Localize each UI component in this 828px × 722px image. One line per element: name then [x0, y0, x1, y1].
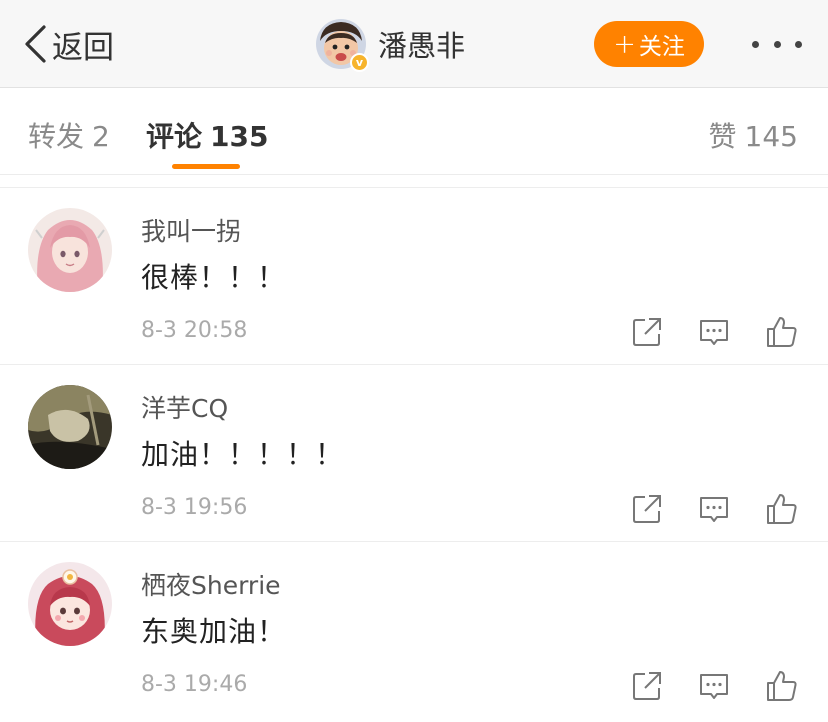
- more-dot: [795, 40, 802, 48]
- share-button[interactable]: [629, 314, 665, 350]
- thumbs-up-icon: [767, 317, 797, 347]
- plus-icon: +: [613, 28, 636, 60]
- share-button[interactable]: [629, 668, 665, 704]
- reply-icon: [700, 674, 728, 699]
- comment-item: 洋芋CQ 加油！！！！！ 8-3 19:56: [0, 364, 828, 541]
- reply-button[interactable]: [696, 491, 732, 527]
- comment-avatar[interactable]: [28, 208, 112, 292]
- tab-comment-count: 135: [210, 120, 269, 153]
- profile-header[interactable]: v 潘愚非: [316, 18, 465, 72]
- like-button[interactable]: [764, 491, 800, 527]
- chibi-girl-avatar-icon: [28, 562, 112, 646]
- comment-avatar[interactable]: [28, 385, 112, 469]
- reply-icon: [700, 320, 728, 345]
- share-icon: [633, 495, 661, 523]
- like-button[interactable]: [764, 314, 800, 350]
- more-dot: [752, 40, 759, 48]
- reply-button[interactable]: [696, 668, 732, 704]
- thumbs-up-icon: [767, 671, 797, 701]
- tab-repost-label: 转发: [28, 120, 85, 153]
- reply-icon: [700, 497, 728, 522]
- thumbs-up-icon: [767, 494, 797, 524]
- comment-text: 东奥加油！: [141, 615, 287, 648]
- more-dots-icon[interactable]: [752, 36, 802, 52]
- comment-text: 加油！！！！！: [141, 438, 345, 471]
- tab-comment[interactable]: 评论 135: [146, 115, 268, 155]
- comment-list: 我叫一拐 很棒！！！ 8-3 20:58 洋芋CQ 加油！！！！！ 8-3 19…: [0, 187, 828, 718]
- follow-label: 关注: [638, 34, 685, 60]
- follow-button[interactable]: + 关注: [594, 21, 704, 67]
- comment-avatar[interactable]: [28, 562, 112, 646]
- chevron-left-icon: [25, 25, 46, 63]
- tab-repost[interactable]: 转发 2: [28, 115, 110, 155]
- profile-avatar[interactable]: v: [316, 19, 369, 72]
- share-button[interactable]: [629, 491, 665, 527]
- active-tab-indicator: [172, 164, 240, 169]
- comment-item: 我叫一拐 很棒！！！ 8-3 20:58: [0, 187, 828, 364]
- comment-text: 很棒！！！: [141, 261, 287, 294]
- more-dot: [773, 40, 781, 48]
- verified-badge-icon: v: [350, 53, 369, 72]
- top-nav-bar: 返回 v 潘愚非 + 关注: [0, 0, 828, 88]
- tab-repost-count: 2: [92, 120, 110, 153]
- comment-timestamp: 8-3 20:58: [141, 318, 248, 343]
- comment-username[interactable]: 洋芋CQ: [141, 389, 228, 425]
- back-button[interactable]: 返回: [22, 22, 114, 66]
- share-icon: [633, 318, 661, 346]
- comment-item: 栖夜Sherrie 东奥加油！ 8-3 19:46: [0, 541, 828, 718]
- tab-like-label: 赞: [708, 120, 737, 153]
- comment-timestamp: 8-3 19:46: [141, 672, 248, 697]
- tab-like-count: 145: [744, 120, 798, 153]
- tab-comment-label: 评论: [146, 120, 203, 153]
- comment-username[interactable]: 我叫一拐: [141, 212, 241, 248]
- share-icon: [633, 672, 661, 700]
- photo-avatar-icon: [28, 385, 112, 469]
- like-button[interactable]: [764, 668, 800, 704]
- tab-bar: 转发 2 评论 135 赞 145: [0, 89, 828, 175]
- back-label: 返回: [52, 29, 114, 66]
- anime-girl-avatar-icon: [28, 208, 112, 292]
- comment-username[interactable]: 栖夜Sherrie: [141, 566, 281, 602]
- comment-timestamp: 8-3 19:56: [141, 495, 248, 520]
- reply-button[interactable]: [696, 314, 732, 350]
- tab-like[interactable]: 赞 145: [709, 115, 798, 155]
- profile-name[interactable]: 潘愚非: [378, 23, 465, 65]
